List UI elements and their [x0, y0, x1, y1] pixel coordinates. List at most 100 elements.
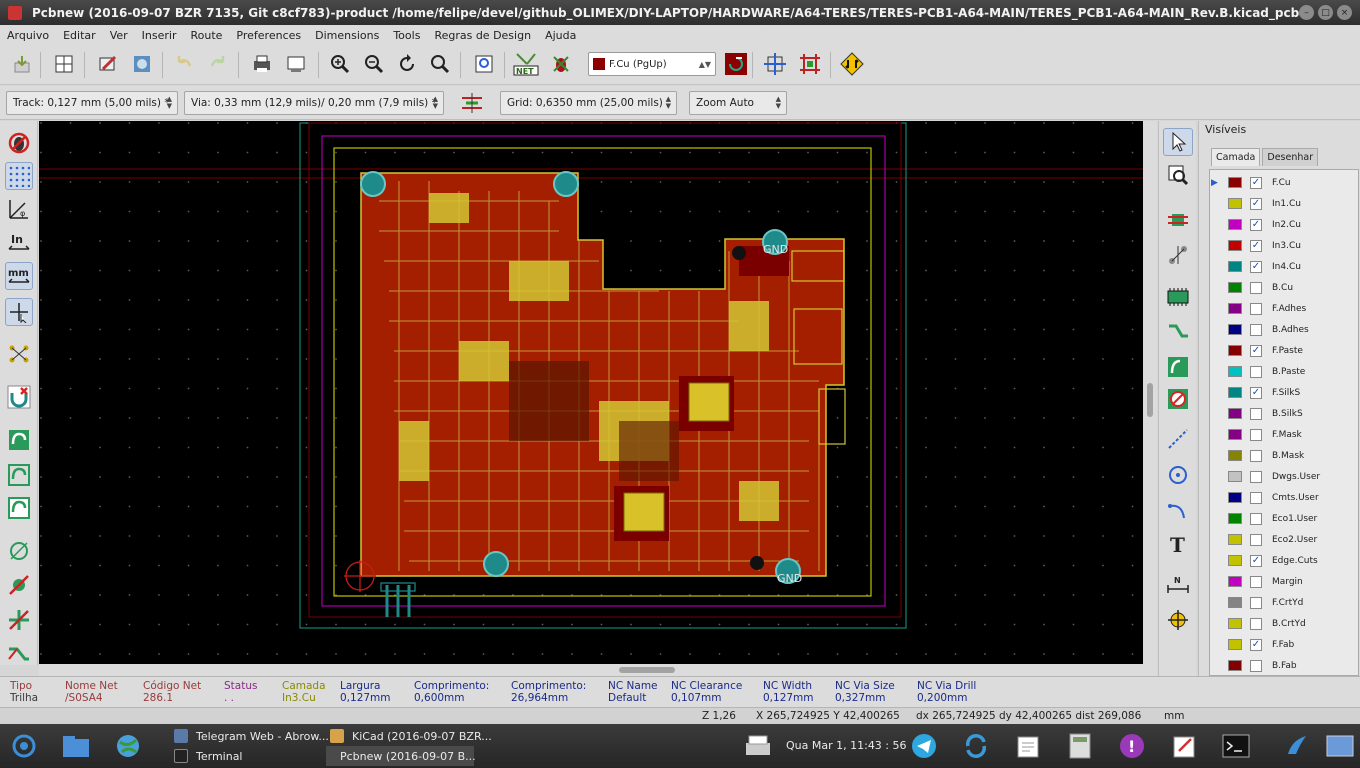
layer-visibility-checkbox[interactable]: [1250, 512, 1262, 525]
highlight-net-icon[interactable]: [1163, 161, 1193, 189]
layer-color-swatch[interactable]: [1228, 534, 1242, 545]
layer-row-b-crtyd[interactable]: B.CrtYd: [1210, 613, 1358, 634]
via-size-select[interactable]: Via: 0,33 mm (12,9 mils)/ 0,20 mm (7,9 m…: [184, 91, 444, 115]
layer-visibility-checkbox[interactable]: [1250, 281, 1262, 294]
layer-visibility-checkbox[interactable]: [1250, 659, 1262, 672]
add-footprint-green-icon[interactable]: [1163, 283, 1193, 311]
keepout-zone-icon[interactable]: [1163, 385, 1193, 413]
layer-visibility-checkbox[interactable]: [1250, 407, 1262, 420]
layer-visibility-checkbox[interactable]: ✓: [1250, 197, 1262, 210]
zoom-out-icon[interactable]: [360, 50, 388, 78]
layer-visibility-checkbox[interactable]: [1250, 428, 1262, 441]
microwave-toolbar-icon[interactable]: [5, 383, 33, 411]
layer-color-swatch[interactable]: [1228, 408, 1242, 419]
select-arrow-icon[interactable]: [1163, 128, 1193, 156]
close-button[interactable]: ×: [1337, 5, 1352, 20]
zone-outline-icon[interactable]: [5, 461, 33, 489]
bird-tray-icon[interactable]: [1280, 730, 1312, 762]
layer-color-swatch[interactable]: [1228, 177, 1242, 188]
sync-tray-icon[interactable]: [960, 730, 992, 762]
menu-route[interactable]: Route: [183, 29, 229, 42]
show-desktop-icon[interactable]: [1324, 730, 1356, 762]
calculator-tray-icon[interactable]: [1064, 730, 1096, 762]
text-editor-tray-icon[interactable]: [1168, 730, 1200, 762]
add-text-icon[interactable]: T: [1163, 530, 1193, 558]
layer-pair-icon[interactable]: [722, 50, 750, 78]
grid-select[interactable]: Grid: 0,6350 mm (25,00 mils) ▲ ▼: [500, 91, 677, 115]
help-tray-icon[interactable]: !: [1116, 730, 1148, 762]
page-settings-icon[interactable]: [50, 50, 78, 78]
track-sketch-icon[interactable]: [5, 606, 33, 634]
layer-visibility-checkbox[interactable]: [1250, 533, 1262, 546]
layer-color-swatch[interactable]: [1228, 366, 1242, 377]
maximize-button[interactable]: □: [1318, 5, 1333, 20]
layer-visibility-checkbox[interactable]: [1250, 365, 1262, 378]
show-ratsnest-icon[interactable]: [5, 340, 33, 368]
layer-visibility-checkbox[interactable]: ✓: [1250, 176, 1262, 189]
menu-ajuda[interactable]: Ajuda: [538, 29, 583, 42]
minimize-button[interactable]: –: [1299, 5, 1314, 20]
add-footprint-icon[interactable]: [1163, 206, 1193, 234]
horizontal-scrollbar[interactable]: [39, 664, 1157, 676]
layer-row-edge-cuts[interactable]: ✓ Edge.Cuts: [1210, 550, 1358, 571]
layer-visibility-checkbox[interactable]: ✓: [1250, 260, 1262, 273]
layer-row-b-paste[interactable]: B.Paste: [1210, 361, 1358, 382]
layer-row-b-fab[interactable]: B.Fab: [1210, 655, 1358, 676]
layer-row-b-cu[interactable]: B.Cu: [1210, 277, 1358, 298]
layer-row-in1-cu[interactable]: ✓ In1.Cu: [1210, 193, 1358, 214]
task-pcbnew[interactable]: Pcbnew (2016-09-07 B...: [326, 746, 476, 766]
print-icon[interactable]: [248, 50, 276, 78]
zone-fill-icon[interactable]: [5, 426, 33, 454]
draw-line-icon[interactable]: [1163, 425, 1193, 453]
layer-color-swatch[interactable]: [1228, 639, 1242, 650]
layer-color-swatch[interactable]: [1228, 387, 1242, 398]
browser-globe-icon[interactable]: [112, 730, 144, 762]
layer-row-eco2-user[interactable]: Eco2.User: [1210, 529, 1358, 550]
vscroll-thumb[interactable]: [1147, 383, 1153, 417]
add-zone-icon[interactable]: [1163, 353, 1193, 381]
layer-visibility-checkbox[interactable]: [1250, 596, 1262, 609]
layer-color-swatch[interactable]: [1228, 261, 1242, 272]
layer-row-b-silks[interactable]: B.SilkS: [1210, 403, 1358, 424]
redraw-icon[interactable]: [393, 50, 421, 78]
auto-track-width-icon[interactable]: [458, 89, 486, 117]
layer-row-f-fab[interactable]: ✓ F.Fab: [1210, 634, 1358, 655]
drc-icon[interactable]: [547, 50, 575, 78]
zoom-select[interactable]: Zoom Auto ▲ ▼: [689, 91, 787, 115]
layer-color-swatch[interactable]: [1228, 513, 1242, 524]
units-mm-icon[interactable]: mm: [5, 262, 33, 290]
add-dimension-icon[interactable]: N: [1163, 571, 1193, 599]
footprint-viewer-icon[interactable]: [128, 50, 156, 78]
layer-color-swatch[interactable]: [1228, 555, 1242, 566]
layer-visibility-checkbox[interactable]: ✓: [1250, 638, 1262, 651]
board-canvas[interactable]: GND GND: [39, 121, 1143, 664]
layer-color-swatch[interactable]: [1228, 429, 1242, 440]
layer-color-swatch[interactable]: [1228, 471, 1242, 482]
layer-color-swatch[interactable]: [1228, 450, 1242, 461]
hv-mode-icon[interactable]: [5, 639, 33, 667]
mode-track-icon[interactable]: [796, 50, 824, 78]
units-inch-icon[interactable]: In: [5, 229, 33, 257]
menu-editar[interactable]: Editar: [56, 29, 103, 42]
tab-camada[interactable]: Camada: [1211, 148, 1261, 166]
layer-color-swatch[interactable]: [1228, 282, 1242, 293]
track-width-select[interactable]: Track: 0,127 mm (5,00 mils) * ▲ ▼: [6, 91, 178, 115]
polar-coords-icon[interactable]: φ: [5, 195, 33, 223]
layer-visibility-checkbox[interactable]: [1250, 449, 1262, 462]
layer-color-swatch[interactable]: [1228, 597, 1242, 608]
undo-icon[interactable]: [170, 50, 198, 78]
vertical-scrollbar[interactable]: [1143, 121, 1157, 664]
drc-off-icon[interactable]: [5, 129, 33, 157]
kde-menu-icon[interactable]: [8, 730, 40, 762]
show-grid-icon[interactable]: [5, 162, 33, 190]
layer-alignment-target-icon[interactable]: [1163, 606, 1193, 634]
file-manager-icon[interactable]: [60, 730, 92, 762]
layer-visibility-checkbox[interactable]: [1250, 575, 1262, 588]
menu-dimensions[interactable]: Dimensions: [308, 29, 386, 42]
footprint-editor-icon[interactable]: [94, 50, 122, 78]
layer-color-swatch[interactable]: [1228, 345, 1242, 356]
open-board-icon[interactable]: [8, 50, 36, 78]
layer-row-f-paste[interactable]: ✓ F.Paste: [1210, 340, 1358, 361]
menu-arquivo[interactable]: Arquivo: [0, 29, 56, 42]
layer-row-f-adhes[interactable]: F.Adhes: [1210, 298, 1358, 319]
